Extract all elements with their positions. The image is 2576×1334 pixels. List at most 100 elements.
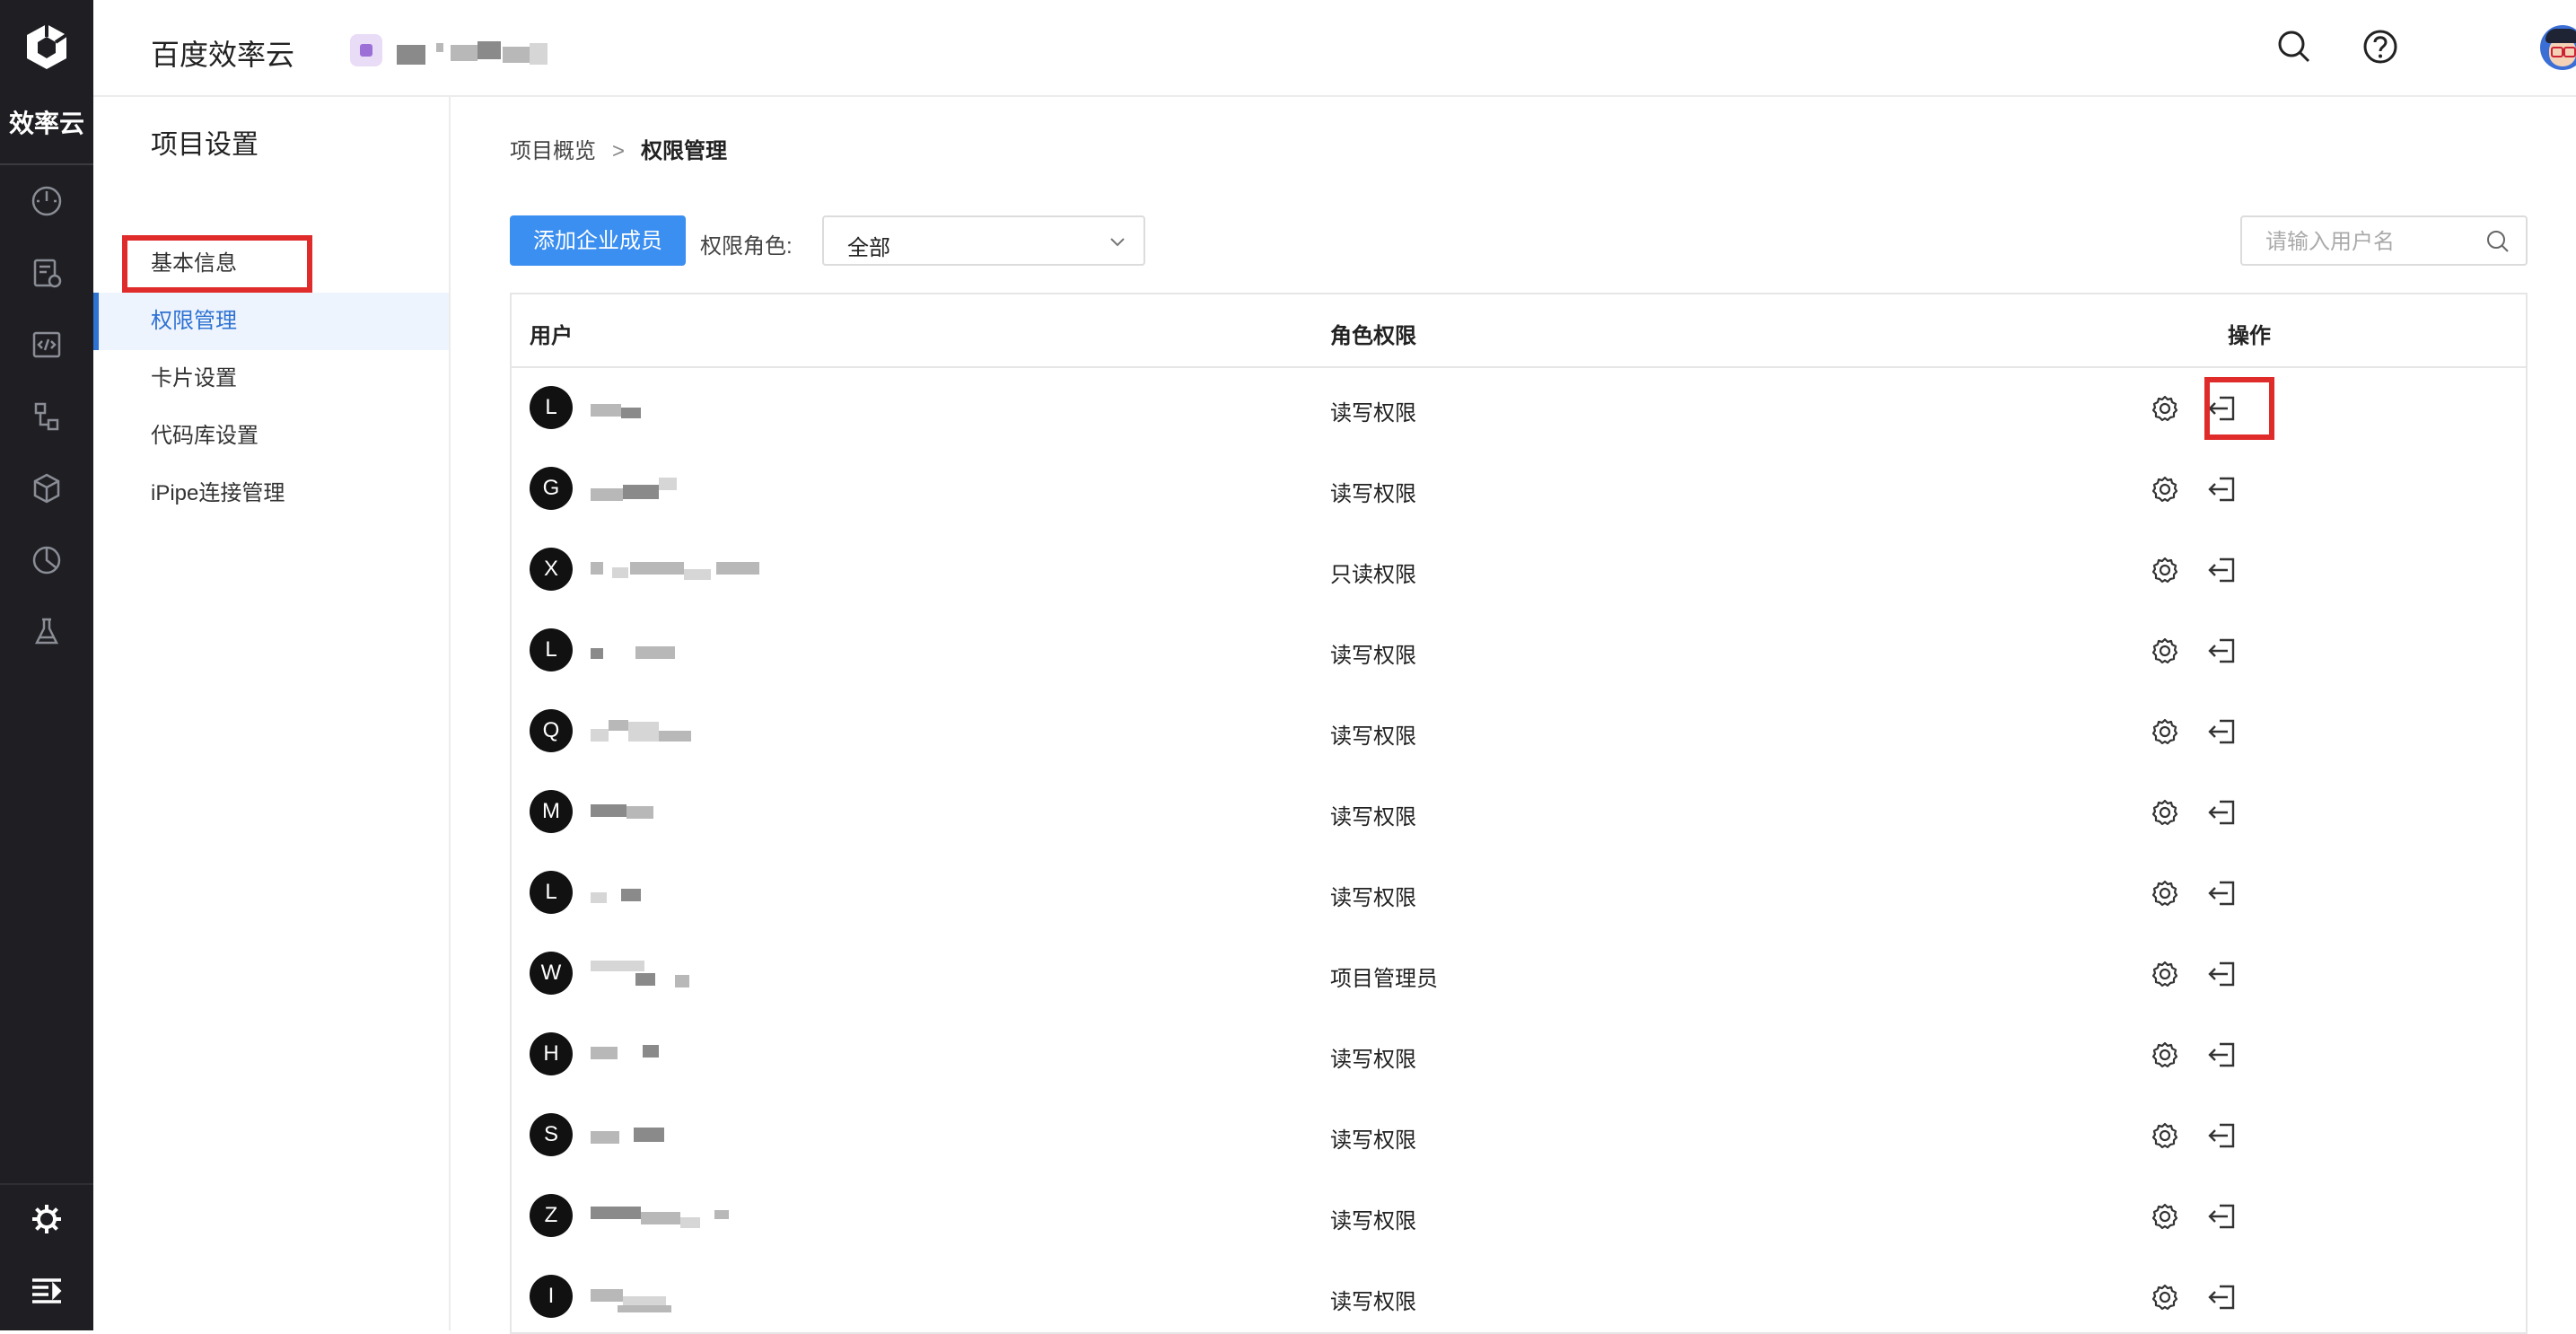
role-filter-select[interactable]: 全部: [822, 215, 1145, 266]
user-avatar[interactable]: [2540, 25, 2576, 70]
user-avatar: Q: [530, 709, 573, 752]
settings-icon[interactable]: [2147, 1279, 2183, 1315]
table-row: Q 读写权限: [512, 691, 2526, 774]
sidebar-title: 项目设置: [151, 130, 258, 160]
requirements-icon[interactable]: [29, 255, 65, 291]
role-cell: 读写权限: [1330, 401, 1416, 426]
app-rail: 效率云: [0, 0, 93, 1330]
user-avatar: Z: [530, 1194, 573, 1237]
role-filter-value: 全部: [847, 236, 890, 260]
user-name-redacted: [591, 476, 788, 503]
sidebar-item-repo-settings[interactable]: 代码库设置: [93, 408, 449, 465]
highlight-box: [2204, 377, 2274, 440]
role-cell: 读写权限: [1330, 644, 1416, 668]
settings-icon[interactable]: [2147, 1037, 2183, 1073]
table-row: H 读写权限: [512, 1014, 2526, 1097]
table-row: M 读写权限: [512, 772, 2526, 855]
chevron-down-icon: [1108, 233, 1127, 251]
role-cell: 读写权限: [1330, 1209, 1416, 1233]
user-name-redacted: [591, 1203, 788, 1230]
settings-icon[interactable]: [2147, 1118, 2183, 1154]
role-cell: 读写权限: [1330, 1128, 1416, 1153]
app-title[interactable]: 百度效率云: [151, 32, 294, 74]
table-row: L 读写权限: [512, 610, 2526, 693]
exit-icon[interactable]: [2204, 875, 2240, 911]
settings-icon[interactable]: [2147, 956, 2183, 992]
exit-icon[interactable]: [2204, 1118, 2240, 1154]
settings-gear-icon[interactable]: [29, 1201, 65, 1237]
settings-icon[interactable]: [2147, 875, 2183, 911]
top-header: 百度效率云: [93, 0, 2576, 97]
table-row: G 读写权限: [512, 449, 2526, 531]
members-table: 用户 角色权限 操作 L 读写权限 G 读写权限 X 只读权限 L 读写权限 Q 读写权限 M 读写权…: [510, 293, 2528, 1334]
column-header-user: 用户: [530, 324, 573, 348]
exit-icon[interactable]: [2204, 1279, 2240, 1315]
code-icon[interactable]: [29, 327, 65, 363]
user-name-redacted: [591, 1122, 788, 1149]
user-name-redacted: [591, 880, 788, 907]
settings-icon[interactable]: [2147, 471, 2183, 507]
role-cell: 项目管理员: [1330, 967, 1438, 991]
sidebar-item-card-settings[interactable]: 卡片设置: [93, 350, 449, 408]
sidebar-item-label: 权限管理: [151, 309, 237, 333]
user-name-redacted: [591, 718, 788, 745]
exit-icon[interactable]: [2204, 633, 2240, 669]
highlight-box: [122, 235, 312, 293]
settings-icon[interactable]: [2147, 1198, 2183, 1234]
table-row: L 读写权限: [512, 853, 2526, 935]
table-header: 用户 角色权限 操作: [512, 294, 2526, 368]
search-icon[interactable]: [2484, 228, 2511, 255]
project-icon: [350, 34, 382, 66]
logo-icon[interactable]: [23, 22, 70, 72]
settings-icon[interactable]: [2147, 794, 2183, 830]
sidebar-item-permissions[interactable]: 权限管理: [93, 293, 449, 350]
breadcrumb-current: 权限管理: [641, 139, 728, 163]
user-avatar: S: [530, 1113, 573, 1156]
role-cell: 读写权限: [1330, 482, 1416, 506]
collapse-menu-icon[interactable]: [29, 1273, 65, 1309]
user-avatar: G: [530, 467, 573, 510]
table-row: Z 读写权限: [512, 1176, 2526, 1259]
search-input[interactable]: [2264, 226, 2474, 259]
user-name-redacted: [591, 961, 788, 987]
artifact-icon[interactable]: [29, 470, 65, 506]
exit-icon[interactable]: [2204, 714, 2240, 750]
report-icon[interactable]: [29, 542, 65, 578]
exit-icon[interactable]: [2204, 956, 2240, 992]
settings-icon[interactable]: [2147, 391, 2183, 426]
brand-name: 效率云: [8, 110, 84, 137]
column-header-actions: 操作: [2228, 324, 2271, 348]
search-icon[interactable]: [2274, 27, 2314, 66]
settings-icon[interactable]: [2147, 552, 2183, 588]
exit-icon[interactable]: [2204, 471, 2240, 507]
role-cell: 只读权限: [1330, 563, 1416, 587]
user-avatar: L: [530, 628, 573, 671]
settings-icon[interactable]: [2147, 714, 2183, 750]
exit-icon[interactable]: [2204, 552, 2240, 588]
user-avatar: X: [530, 548, 573, 591]
user-name-redacted: [591, 799, 788, 826]
help-icon[interactable]: [2361, 27, 2400, 66]
breadcrumb: 项目概览 > 权限管理: [510, 133, 727, 164]
sidebar-item-label: 代码库设置: [151, 424, 258, 448]
user-name-redacted: [591, 1041, 788, 1068]
column-header-role: 角色权限: [1330, 324, 1416, 348]
user-name-redacted: [591, 395, 788, 422]
project-name-redacted[interactable]: [397, 39, 644, 66]
user-search: [2240, 215, 2528, 266]
user-avatar: I: [530, 1275, 573, 1318]
sidebar-item-label: 卡片设置: [151, 366, 237, 391]
sidebar-item-ipipe[interactable]: iPipe连接管理: [93, 465, 449, 522]
exit-icon[interactable]: [2204, 1198, 2240, 1234]
user-avatar: L: [530, 871, 573, 914]
role-cell: 读写权限: [1330, 724, 1416, 749]
divider: [0, 163, 93, 165]
breadcrumb-parent[interactable]: 项目概览: [510, 139, 596, 163]
lab-icon[interactable]: [29, 614, 65, 650]
dashboard-icon[interactable]: [29, 183, 65, 219]
settings-icon[interactable]: [2147, 633, 2183, 669]
add-member-button[interactable]: 添加企业成员: [510, 215, 686, 266]
pipeline-icon[interactable]: [29, 399, 65, 434]
exit-icon[interactable]: [2204, 794, 2240, 830]
exit-icon[interactable]: [2204, 1037, 2240, 1073]
